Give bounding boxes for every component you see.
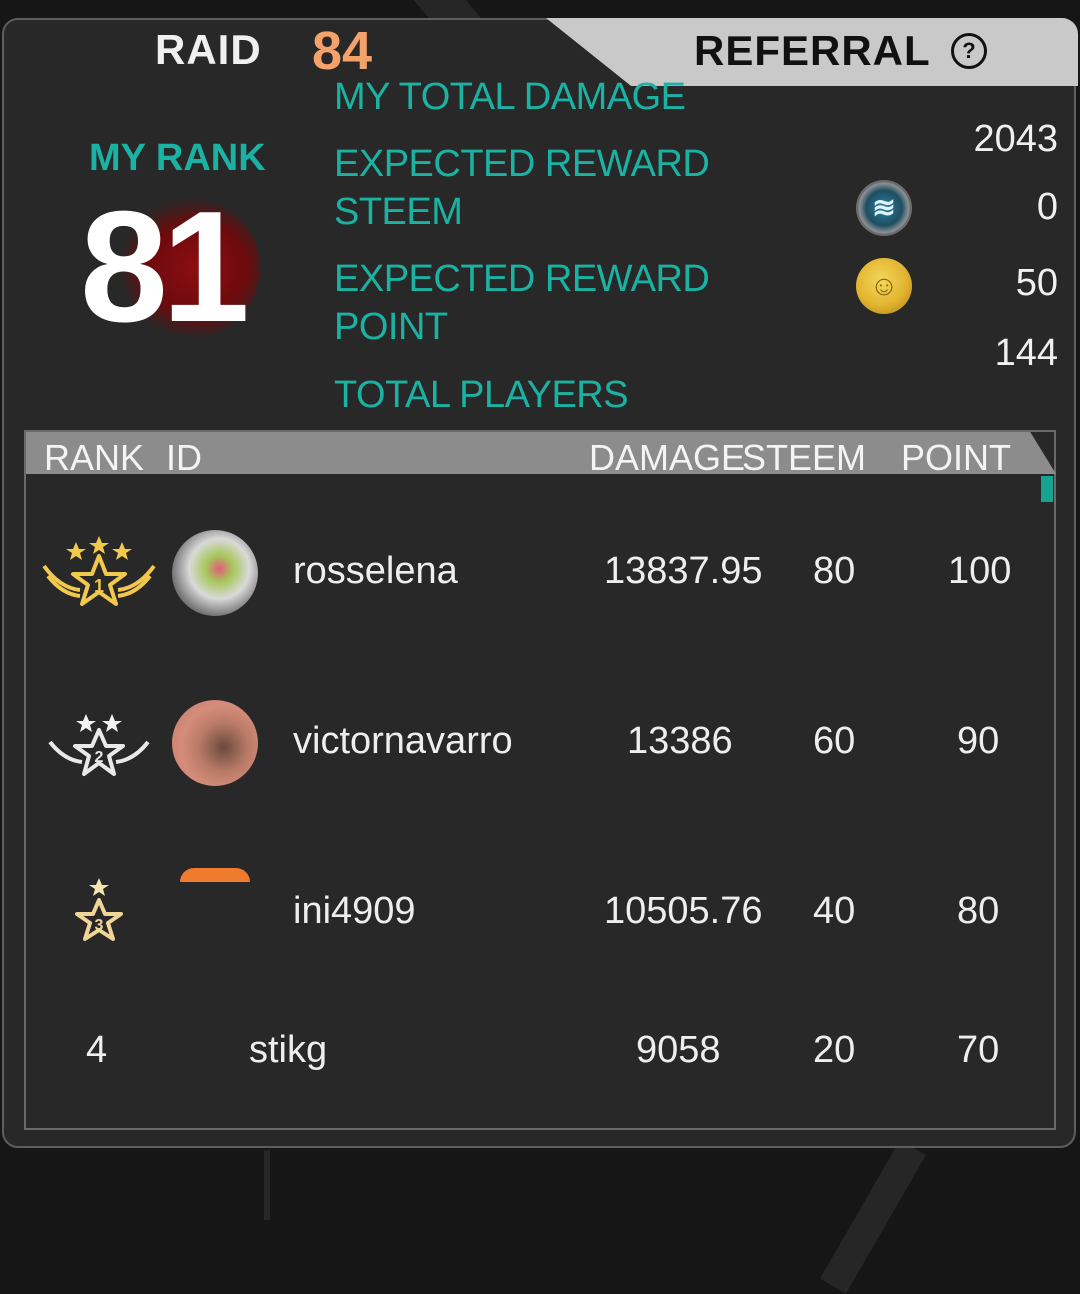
header-damage: DAMAGE	[589, 437, 746, 478]
reward-steem-label-line1: EXPECTED REWARD	[334, 143, 710, 185]
avatar[interactable]	[172, 700, 258, 786]
ranking-table[interactable]	[24, 430, 1056, 1130]
total-damage-value: 2043	[973, 118, 1058, 160]
help-icon[interactable]: ?	[951, 33, 987, 69]
reward-steem-value: 0	[1036, 186, 1058, 228]
background-stripe	[820, 1140, 926, 1294]
rank-1-medal-icon: 1	[42, 536, 156, 606]
row-4-id[interactable]: stikg	[249, 1029, 327, 1072]
row-2-steem: 60	[813, 720, 856, 762]
header-id: ID	[166, 437, 202, 478]
row-1-id[interactable]: rosselena	[293, 550, 458, 593]
rank-3-medal-icon: 3	[75, 878, 123, 941]
header-point: POINT	[901, 437, 1012, 478]
avatar[interactable]	[180, 868, 250, 882]
rank-2-medal-icon: 2	[48, 714, 150, 776]
total-players-value: 144	[994, 332, 1058, 374]
row-3-damage: 10505.76	[604, 890, 763, 932]
row-3-id[interactable]: ini4909	[293, 890, 416, 933]
svg-text:1: 1	[94, 576, 104, 596]
scrollbar-thumb[interactable]	[1041, 476, 1053, 502]
raid-tab-label[interactable]: RAID	[155, 26, 262, 74]
row-2-damage: 13386	[627, 720, 733, 762]
row-4-damage: 9058	[636, 1029, 721, 1071]
reward-point-label-line2: POINT	[334, 306, 448, 348]
raid-number: 84	[312, 21, 373, 81]
row-1-point: 100	[948, 550, 1012, 592]
row-1-steem: 80	[813, 550, 856, 592]
my-rank-label: MY RANK	[89, 137, 266, 179]
reward-point-value: 50	[1015, 262, 1058, 304]
reward-steem-label-line2: STEEM	[334, 191, 463, 233]
avatar[interactable]	[172, 530, 258, 616]
row-4-rank: 4	[86, 1029, 108, 1071]
steem-coin-icon: ≋	[856, 180, 912, 236]
referral-tab-label[interactable]: REFERRAL	[694, 27, 931, 75]
row-3-point: 80	[957, 890, 1000, 932]
total-damage-label: MY TOTAL DAMAGE	[334, 76, 686, 118]
background-stripe	[264, 1150, 270, 1220]
gold-point-coin-icon: ☺	[856, 258, 912, 314]
row-2-point: 90	[957, 720, 1000, 762]
svg-text:2: 2	[95, 749, 104, 766]
reward-point-label-line1: EXPECTED REWARD	[334, 258, 710, 300]
total-players-label: TOTAL PLAYERS	[334, 374, 629, 416]
row-4-steem: 20	[813, 1029, 856, 1071]
header-rank: RANK	[44, 437, 145, 478]
row-1-damage: 13837.95	[604, 550, 763, 592]
row-4-point: 70	[957, 1029, 1000, 1071]
my-rank-value: 81	[80, 179, 250, 355]
row-2-id[interactable]: victornavarro	[293, 720, 513, 763]
row-3-steem: 40	[813, 890, 856, 932]
svg-text:3: 3	[95, 917, 104, 934]
header-steem: STEEM	[742, 437, 867, 478]
